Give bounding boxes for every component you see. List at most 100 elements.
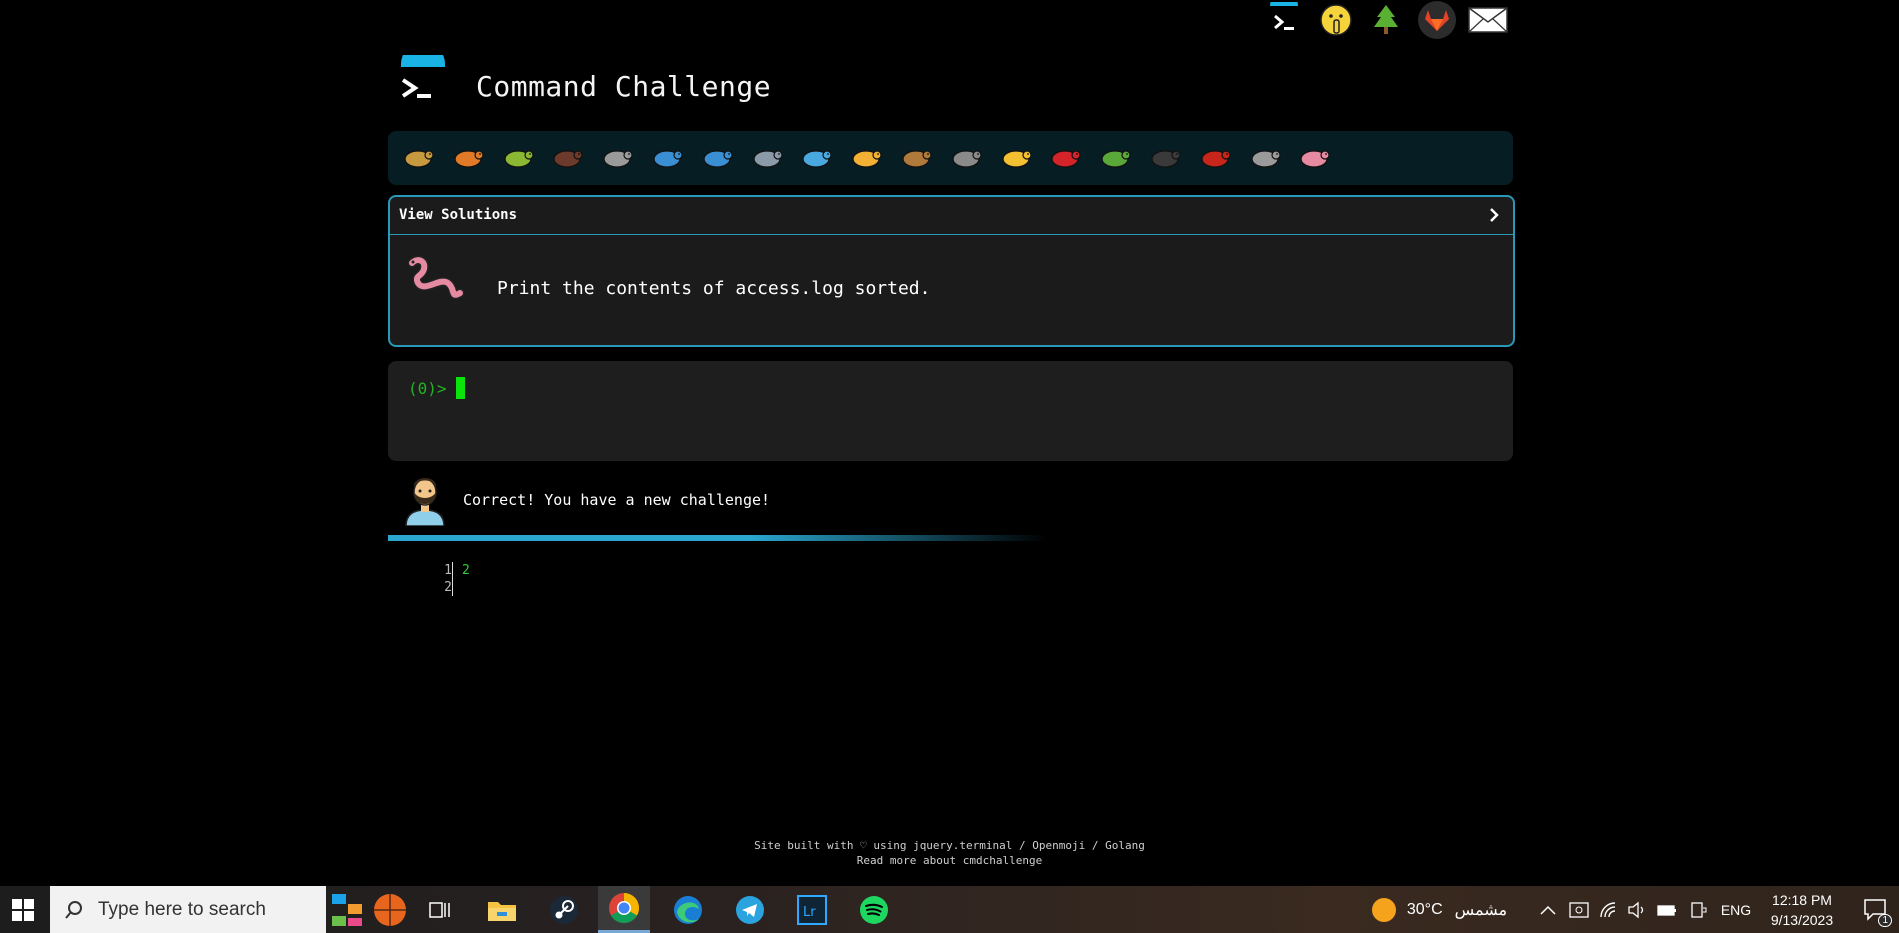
challenge-fly[interactable] [1247,140,1283,176]
challenge-dolphin[interactable] [699,140,735,176]
spotify-button[interactable] [848,886,900,933]
challenge-ladybug[interactable] [1047,140,1083,176]
gitlab-link[interactable] [1415,0,1459,40]
feedback-message: Correct! You have a new challenge! [463,491,771,509]
ladybug-icon [1051,150,1081,168]
challenge-bar [388,131,1513,185]
challenge-worm[interactable] [1296,140,1332,176]
challenge-blowfish[interactable] [898,140,934,176]
file-explorer-button[interactable] [476,886,528,933]
line-number: 1 [444,563,452,578]
taskbar: Type here to search Lr 30°C مشمس ENG 12:… [0,886,1899,933]
butterfly-icon [454,150,484,168]
notifications-button[interactable]: 1 [1858,886,1894,933]
weather-temp: 30°C [1406,900,1443,918]
mail-link[interactable] [1466,0,1510,40]
edge-button[interactable] [662,886,714,933]
blowfish-icon [902,150,932,168]
task-view-button[interactable] [414,886,466,933]
windows-icon [12,898,34,921]
clock-date: 9/13/2023 [1770,912,1834,928]
taskbar-widget[interactable] [326,886,410,933]
start-button[interactable] [0,886,46,933]
gitlab-icon [1418,1,1456,39]
language-indicator[interactable]: ENG [1714,886,1758,933]
file-explorer-icon [488,901,516,921]
show-hidden-icons[interactable] [1534,886,1562,933]
terminal-link[interactable] [1262,0,1306,40]
challenge-bee[interactable] [998,140,1034,176]
challenge-cricket[interactable] [1097,140,1133,176]
worm-icon [407,255,465,300]
dolphin-icon [703,150,733,168]
terminal-icon [1270,2,1298,34]
mail-icon [1468,7,1508,33]
language-label: ENG [1720,901,1752,918]
challenge-wolf[interactable] [948,140,984,176]
taskbar-search[interactable]: Type here to search [50,886,326,933]
challenge-whale[interactable] [649,140,685,176]
tree-link[interactable] [1364,0,1408,40]
widgets-icon [332,893,406,926]
challenge-spider-web[interactable] [599,140,635,176]
spider-icon [1151,150,1181,168]
solutions-panel: View Solutions Print the contents of acc… [388,195,1515,347]
challenge-butterfly[interactable] [450,140,486,176]
challenge-spider[interactable] [1147,140,1183,176]
footer-credits[interactable]: Site built with ♡ using jquery.terminal … [0,838,1899,853]
task-view-icon [429,901,450,918]
challenge-description: Print the contents of access.log sorted. [390,235,1513,345]
challenge-snail[interactable] [400,140,436,176]
spotify-icon [860,895,888,924]
challenge-fish[interactable] [798,140,834,176]
notification-badge: 1 [1878,914,1892,927]
chrome-button[interactable] [598,886,650,933]
shushing-face-icon [1320,4,1352,36]
challenge-shark[interactable] [749,140,785,176]
view-solutions-toggle[interactable]: View Solutions [390,197,1513,235]
fly-icon [1250,150,1281,168]
tray-device[interactable] [1686,886,1710,933]
footer-read-more-link[interactable]: Read more about cmdchallenge [0,853,1899,868]
tray-volume[interactable] [1624,886,1650,933]
shush-link[interactable] [1314,0,1358,40]
lightroom-button[interactable]: Lr [786,886,838,933]
view-solutions-label: View Solutions [399,207,518,223]
search-placeholder: Type here to search [98,898,266,920]
footer: Site built with ♡ using jquery.terminal … [0,838,1899,868]
device-icon [1691,901,1707,918]
tropical-fish-icon [852,150,882,168]
spider-web-icon [603,150,633,168]
terminal-input[interactable]: (0)> [388,361,1513,461]
terminal-logo-icon[interactable] [395,42,451,111]
caterpillar-icon [503,150,534,168]
scorpion-icon [1201,150,1231,168]
tray-battery[interactable] [1654,886,1680,933]
top-links [1262,0,1512,40]
wolf-icon [952,150,982,168]
challenge-scorpion[interactable] [1197,140,1233,176]
weather-widget[interactable]: 30°C مشمس [1364,886,1514,933]
svg-text:Lr: Lr [803,905,816,920]
tray-system[interactable] [1566,886,1592,933]
cricket-icon [1101,150,1131,168]
taskbar-clock[interactable]: 12:18 PM 9/13/2023 [1757,890,1847,930]
gutter-divider [452,562,453,596]
shark-icon [752,150,783,168]
task-text: Print the contents of access.log sorted. [497,278,931,299]
wifi-icon [1600,901,1616,917]
line-numbers: 1 2 [420,562,452,596]
sun-icon [1371,897,1396,922]
challenge-ant[interactable] [549,140,585,176]
worm-icon [1300,150,1330,168]
challenge-tropical-fish[interactable] [848,140,884,176]
challenge-caterpillar[interactable] [500,140,536,176]
telegram-button[interactable] [724,886,776,933]
tray-network[interactable] [1596,886,1622,933]
clock-time: 12:18 PM [1772,892,1832,908]
steam-button[interactable] [538,886,590,933]
chevron-right-icon [1490,208,1499,222]
chevron-up-icon [1540,905,1556,915]
bee-icon [1001,150,1032,168]
lightroom-icon: Lr [797,894,827,925]
